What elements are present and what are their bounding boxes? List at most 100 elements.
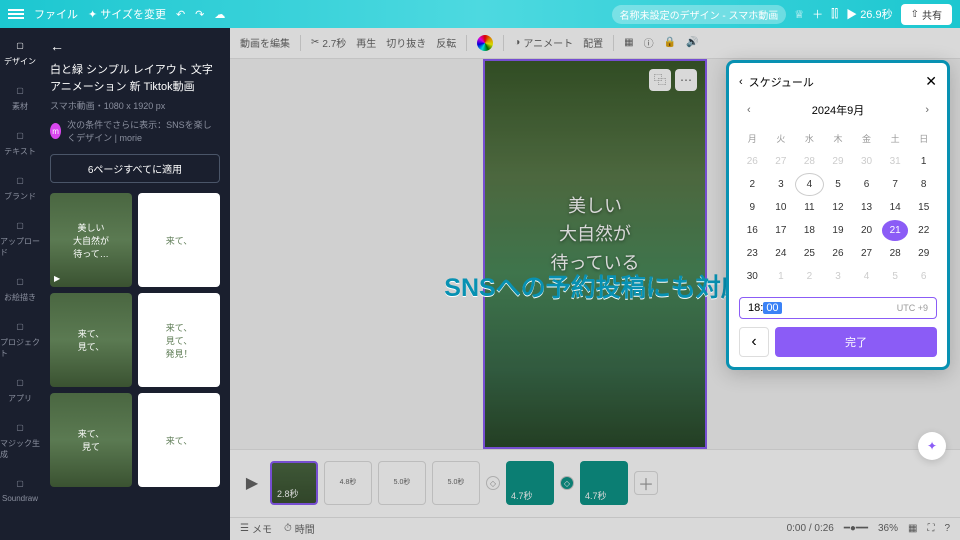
undo-icon[interactable]: ↶ <box>176 8 185 21</box>
calendar-day[interactable]: 3 <box>825 266 852 287</box>
rail-item-upload[interactable]: ▢アップロード <box>0 216 40 258</box>
calendar-day[interactable]: 10 <box>768 197 795 218</box>
lock-icon[interactable]: 🔒 <box>664 37 676 48</box>
help-icon[interactable]: ? <box>944 523 950 534</box>
play-all-icon[interactable]: ▶ 26.9秒 <box>846 6 892 22</box>
rail-item-shapes[interactable]: ▢素材 <box>11 81 29 112</box>
calendar-day[interactable]: 4 <box>853 266 880 287</box>
rail-item-draw[interactable]: ▢お絵描き <box>4 272 36 303</box>
duration-toggle[interactable]: ⏱ 時間 <box>284 521 315 536</box>
calendar-day[interactable]: 2 <box>739 174 766 195</box>
info-icon[interactable]: ⓘ <box>644 35 654 50</box>
calendar-day[interactable]: 3 <box>768 174 795 195</box>
rail-item-magic[interactable]: ▢マジック生成 <box>0 418 40 460</box>
edit-video-button[interactable]: 動画を編集 <box>240 35 290 50</box>
timeline-clip[interactable]: 5.0秒 <box>378 461 426 505</box>
calendar-day[interactable]: 18 <box>796 220 823 241</box>
calendar-day[interactable]: 24 <box>768 243 795 264</box>
calendar-day[interactable]: 16 <box>739 220 766 241</box>
calendar-day[interactable]: 26 <box>825 243 852 264</box>
calendar-day[interactable]: 27 <box>768 151 795 172</box>
memo-button[interactable]: ☰ メモ <box>240 521 272 536</box>
transition-icon[interactable]: ◇ <box>486 476 500 490</box>
chart-icon[interactable]: ⫿⫿ <box>831 8 838 21</box>
calendar-day[interactable]: 8 <box>910 174 937 195</box>
next-month-icon[interactable]: › <box>921 100 933 120</box>
rail-item-brand[interactable]: ▢ブランド <box>4 171 36 202</box>
calendar-day[interactable]: 12 <box>825 197 852 218</box>
add-clip-button[interactable]: ＋ <box>634 471 658 495</box>
playback-button[interactable]: 再生 <box>356 35 376 50</box>
file-menu[interactable]: ファイル <box>34 6 78 22</box>
done-button[interactable]: 完了 <box>775 327 937 357</box>
scheduler-back-button[interactable]: ‹ <box>739 327 769 357</box>
template-thumb[interactable]: 来て、見て <box>50 393 132 487</box>
rail-item-layout[interactable]: ▢デザイン <box>4 36 36 67</box>
calendar-day[interactable]: 25 <box>796 243 823 264</box>
calendar-day[interactable]: 19 <box>825 220 852 241</box>
rail-item-music[interactable]: ▢Soundraw <box>2 474 38 503</box>
calendar-day[interactable]: 29 <box>825 151 852 172</box>
calendar-day[interactable]: 30 <box>853 151 880 172</box>
template-thumb[interactable]: 美しい大自然が待って…▶ <box>50 193 132 287</box>
timeline-play-icon[interactable]: ▶ <box>240 471 264 495</box>
resize-menu[interactable]: ✦ サイズを変更 <box>88 6 166 22</box>
redo-icon[interactable]: ↷ <box>195 8 204 21</box>
video-text[interactable]: 美しい 大自然が 待っている <box>550 191 639 277</box>
calendar-day[interactable]: 15 <box>910 197 937 218</box>
calendar-day[interactable]: 4 <box>796 174 823 195</box>
timeline-clip[interactable]: 4.8秒 <box>324 461 372 505</box>
timeline-clip[interactable]: 4.7秒 <box>580 461 628 505</box>
grid-view-icon[interactable]: ▦ <box>908 523 917 534</box>
rail-item-text[interactable]: ▢テキスト <box>4 126 36 157</box>
transparency-icon[interactable]: ▦ <box>624 37 633 48</box>
video-frame[interactable]: ⿻ ⋯ 美しい 大自然が 待っている <box>483 59 707 449</box>
calendar-day[interactable]: 1 <box>768 266 795 287</box>
template-thumb[interactable]: 来て、見て、発見！ <box>138 293 220 387</box>
calendar-day[interactable]: 20 <box>853 220 880 241</box>
calendar-day[interactable]: 6 <box>853 174 880 195</box>
calendar-day[interactable]: 7 <box>882 174 909 195</box>
share-button[interactable]: ⇧ 共有 <box>901 4 952 25</box>
magic-fab-icon[interactable]: ✦ <box>918 432 946 460</box>
calendar-day[interactable]: 9 <box>739 197 766 218</box>
calendar-day[interactable]: 23 <box>739 243 766 264</box>
timeline-clip[interactable]: 4.7秒 <box>506 461 554 505</box>
chevron-left-icon[interactable]: ‹ <box>739 76 743 88</box>
calendar-day[interactable]: 29 <box>910 243 937 264</box>
position-button[interactable]: 配置 <box>583 35 603 50</box>
transition-icon[interactable]: ◇ <box>560 476 574 490</box>
flip-button[interactable]: 反転 <box>436 35 456 50</box>
calendar-day[interactable]: 11 <box>796 197 823 218</box>
calendar-day[interactable]: 27 <box>853 243 880 264</box>
calendar-day[interactable]: 26 <box>739 151 766 172</box>
calendar-day[interactable]: 1 <box>910 151 937 172</box>
fullscreen-icon[interactable]: ⛶ <box>927 523 934 534</box>
close-icon[interactable]: ✕ <box>925 73 937 90</box>
calendar-day[interactable]: 5 <box>825 174 852 195</box>
template-thumb[interactable]: 来て、 <box>138 393 220 487</box>
plus-icon[interactable]: ＋ <box>812 6 823 22</box>
hamburger-icon[interactable] <box>8 9 24 19</box>
calendar-day[interactable]: 14 <box>882 197 909 218</box>
duplicate-icon[interactable]: ⿻ <box>649 69 671 91</box>
rail-item-folder[interactable]: ▢プロジェクト <box>0 317 40 359</box>
back-icon[interactable]: ← <box>50 38 64 54</box>
more-icon[interactable]: ⋯ <box>675 69 697 91</box>
prev-month-icon[interactable]: ‹ <box>743 100 755 120</box>
apply-all-button[interactable]: 6ページすべてに適用 <box>50 154 220 183</box>
calendar-day[interactable]: 6 <box>910 266 937 287</box>
calendar-day[interactable]: 5 <box>882 266 909 287</box>
calendar-day[interactable]: 30 <box>739 266 766 287</box>
time-input[interactable]: 18:00 UTC +9 <box>739 297 937 319</box>
calendar-day[interactable]: 17 <box>768 220 795 241</box>
crop-button[interactable]: 切り抜き <box>386 35 426 50</box>
calendar-day[interactable]: 21 <box>882 220 909 241</box>
template-thumb[interactable]: 来て、見て、 <box>50 293 132 387</box>
template-thumb[interactable]: 来て、 <box>138 193 220 287</box>
animate-button[interactable]: ◑ アニメート <box>514 35 573 50</box>
crown-icon[interactable]: ♕ <box>794 8 804 21</box>
calendar-day[interactable]: 13 <box>853 197 880 218</box>
calendar-day[interactable]: 31 <box>882 151 909 172</box>
calendar-day[interactable]: 2 <box>796 266 823 287</box>
